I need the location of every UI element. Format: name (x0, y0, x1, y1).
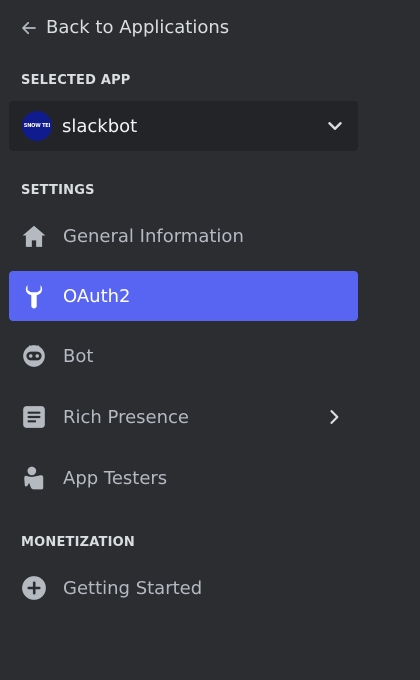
selected-app-header: SELECTED APP (21, 73, 131, 88)
nav-item-label: General Information (63, 225, 244, 247)
wrench-icon (20, 282, 48, 310)
nav-item-label: Rich Presence (63, 406, 189, 428)
nav-item-label: Getting Started (63, 577, 203, 599)
nav-item-general-information[interactable]: General Information (9, 211, 358, 261)
app-avatar: SNOW TEI (22, 111, 52, 141)
nav-item-label: OAuth2 (63, 285, 131, 307)
nav-item-label: App Testers (63, 467, 168, 489)
plus-circle-icon (20, 574, 48, 602)
nav-item-label: Bot (63, 345, 94, 367)
back-to-applications-link[interactable]: Back to Applications (20, 17, 229, 38)
back-link-label: Back to Applications (46, 17, 230, 38)
document-icon (20, 403, 48, 431)
nav-item-rich-presence[interactable]: Rich Presence (9, 392, 358, 442)
nav-item-bot[interactable]: Bot (9, 331, 358, 381)
app-selector[interactable]: SNOW TEI slackbot (9, 101, 358, 151)
nav-item-getting-started[interactable]: Getting Started (9, 563, 358, 613)
monetization-header: MONETIZATION (21, 535, 135, 550)
home-icon (20, 222, 48, 250)
chevron-right-icon (330, 410, 339, 424)
arrow-left-icon (22, 21, 36, 34)
user-tester-icon (20, 464, 48, 492)
chevron-down-icon (328, 122, 342, 130)
app-name: slackbot (62, 115, 138, 137)
nav-item-app-testers[interactable]: App Testers (9, 453, 358, 503)
robot-icon (20, 342, 48, 370)
settings-header: SETTINGS (21, 183, 95, 198)
nav-item-oauth2[interactable]: OAuth2 (9, 271, 358, 321)
